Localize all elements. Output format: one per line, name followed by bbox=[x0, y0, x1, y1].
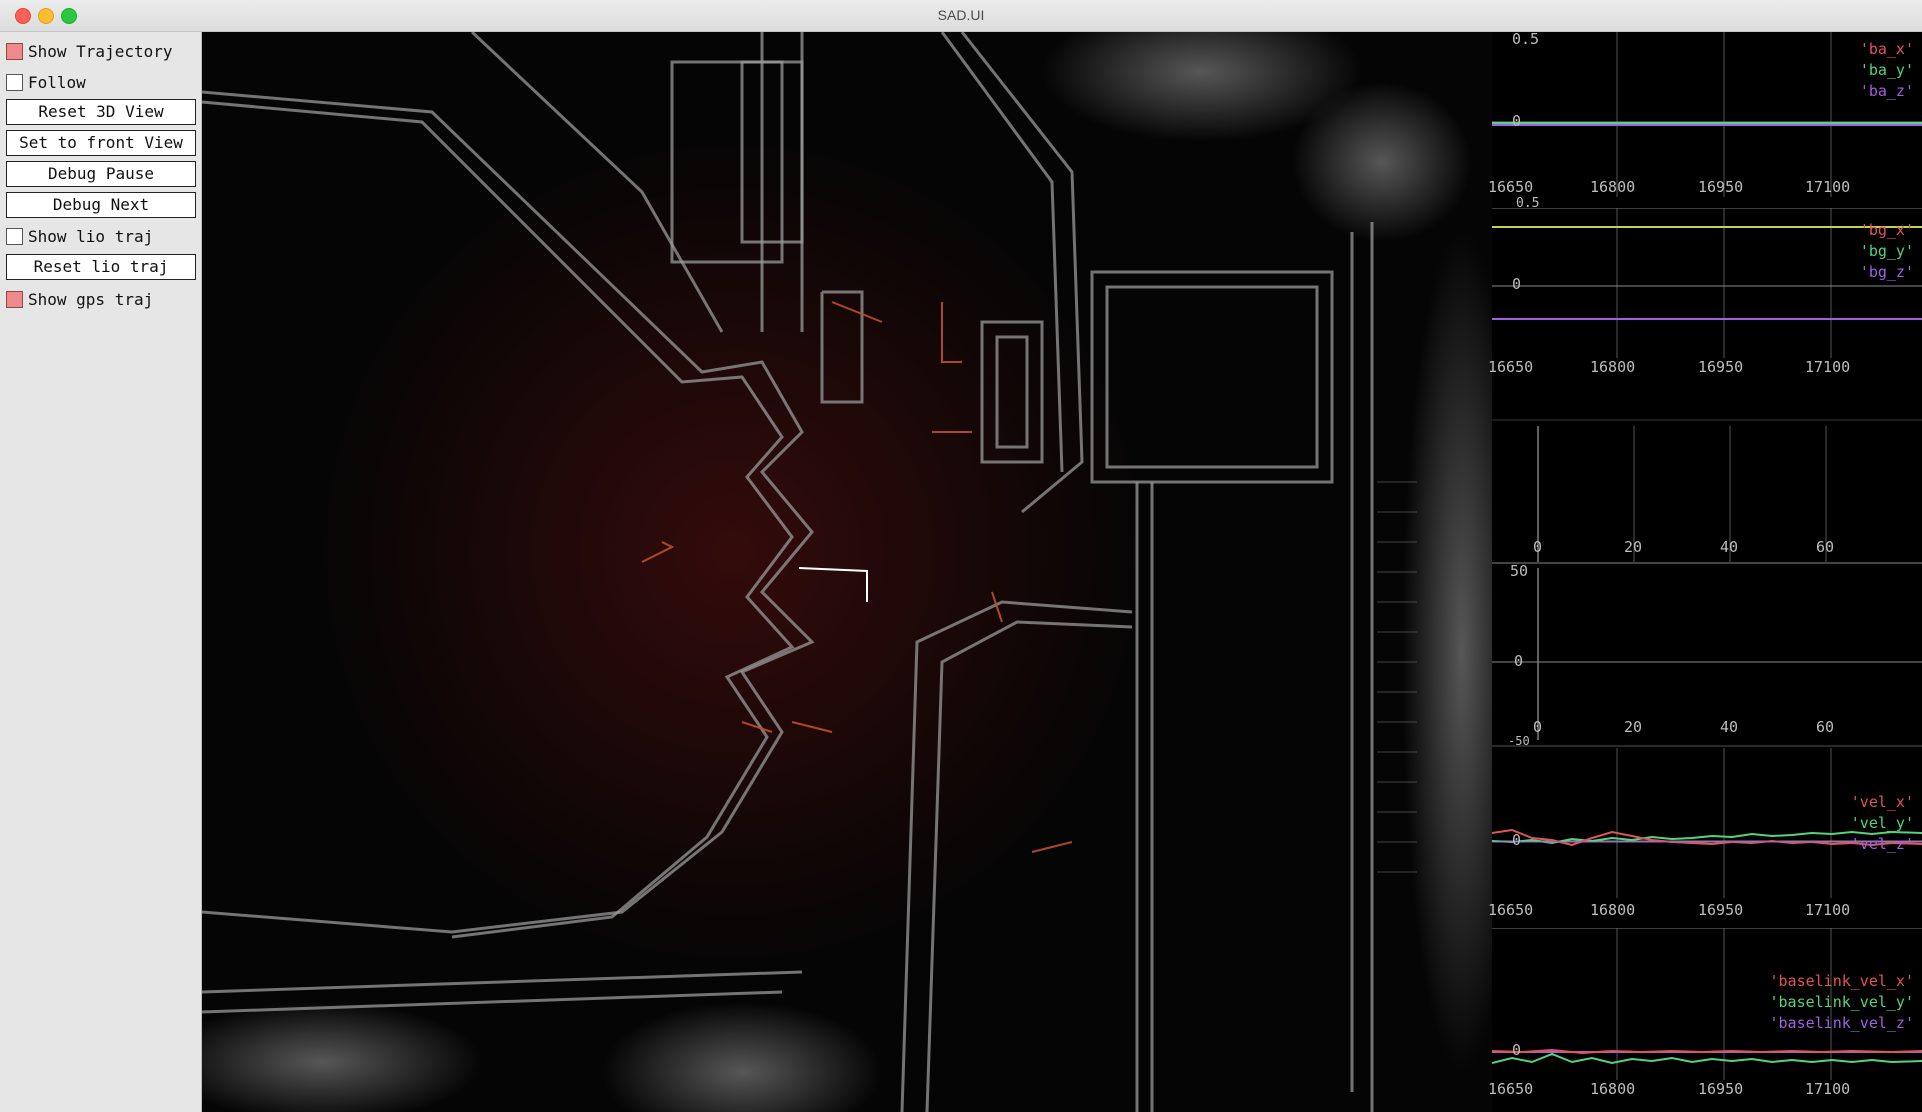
empty-plot-2: 50 0 -50 0 20 40 60 bbox=[1492, 562, 1922, 748]
bg-plot: 0.5 0 'bg_x' 'bg_y' 'bg_z' 16650 16800 1… bbox=[1488, 196, 1922, 388]
set-front-view-button[interactable]: Set to front View bbox=[6, 130, 196, 156]
empty-plot-2-x-tick: 40 bbox=[1720, 718, 1739, 736]
debug-next-button[interactable]: Debug Next bbox=[6, 192, 196, 218]
bg-legend-y: 'bg_y' bbox=[1859, 242, 1914, 260]
empty-plot-2-x-tick: 0 bbox=[1533, 718, 1543, 736]
scan-density-glow bbox=[312, 132, 1152, 972]
empty-plot-1-x-tick: 0 bbox=[1533, 538, 1543, 556]
baselink-vel-x-tick: 16950 bbox=[1698, 1080, 1744, 1098]
empty-plot-2-y-label: 0 bbox=[1514, 652, 1524, 670]
empty-plot-2-x-tick: 60 bbox=[1816, 718, 1835, 736]
baselink-vel-legend-x: 'baselink_vel_x' bbox=[1769, 972, 1915, 990]
ba-x-tick: 16650 bbox=[1488, 178, 1534, 196]
point-cloud-3d-view[interactable] bbox=[202, 32, 1492, 1112]
bg-x-tick: 16650 bbox=[1488, 358, 1534, 376]
bg-x-tick: 16950 bbox=[1698, 358, 1744, 376]
vel-x-tick: 17100 bbox=[1805, 901, 1851, 919]
plot-panel: 0.5 0 'ba_x' 'ba_y' 'ba_z' 16650 16800 1… bbox=[1488, 30, 1922, 1112]
baselink-vel-x-tick: 16800 bbox=[1590, 1080, 1636, 1098]
baselink-vel-legend-z: 'baselink_vel_z' bbox=[1769, 1014, 1915, 1032]
show-lio-traj-checkbox[interactable]: Show lio traj bbox=[6, 223, 153, 249]
vel-y-zero-label: 0 bbox=[1512, 831, 1522, 849]
baselink-vel-x-tick: 16650 bbox=[1488, 1080, 1534, 1098]
vel-x-tick: 16800 bbox=[1590, 901, 1636, 919]
baselink-vel-plot: 0 'baselink_vel_x' 'baselink_vel_y' 'bas… bbox=[1488, 928, 1922, 1112]
baselink-vel-y-series bbox=[1492, 1052, 1922, 1065]
bg-x-tick: 16800 bbox=[1590, 358, 1636, 376]
vel-plot: 0 'vel_x' 'vel_y' 'vel_z' 16650 16800 16… bbox=[1488, 748, 1922, 928]
baselink-vel-legend-y: 'baselink_vel_y' bbox=[1769, 993, 1915, 1011]
follow-label: Follow bbox=[28, 72, 86, 92]
follow-checkbox[interactable]: Follow bbox=[6, 69, 86, 95]
show-gps-traj-checkbox[interactable]: Show gps traj bbox=[6, 286, 153, 312]
ba-y-top-label: 0.5 bbox=[1512, 30, 1540, 48]
window-title: SAD.UI bbox=[937, 7, 985, 23]
bg-x-tick: 17100 bbox=[1805, 358, 1851, 376]
bg-legend-z: 'bg_z' bbox=[1859, 263, 1914, 281]
control-panel: Show Trajectory Follow Reset 3D View Set… bbox=[0, 32, 202, 1112]
ba-legend-x: 'ba_x' bbox=[1859, 40, 1914, 58]
show-trajectory-checkbox-box[interactable] bbox=[6, 42, 23, 60]
empty-plot-1-x-tick: 60 bbox=[1816, 538, 1835, 556]
empty-plot-1-canvas bbox=[1492, 419, 1922, 564]
empty-plot-2-y-label: 50 bbox=[1510, 562, 1529, 580]
show-lio-traj-label: Show lio traj bbox=[28, 226, 154, 246]
ba-x-tick: 16950 bbox=[1698, 178, 1744, 196]
vel-x-tick: 16950 bbox=[1698, 901, 1744, 919]
follow-checkbox-box[interactable] bbox=[6, 73, 23, 91]
vel-legend-x: 'vel_x' bbox=[1850, 793, 1914, 811]
debug-pause-button[interactable]: Debug Pause bbox=[6, 161, 196, 187]
reset-lio-traj-button[interactable]: Reset lio traj bbox=[6, 254, 196, 280]
ba-legend-z: 'ba_z' bbox=[1859, 82, 1914, 100]
show-trajectory-label: Show Trajectory bbox=[28, 41, 173, 61]
baselink-vel-y-zero-label: 0 bbox=[1512, 1041, 1522, 1059]
empty-plot-1-x-tick: 40 bbox=[1720, 538, 1739, 556]
vel-legend-z: 'vel_z' bbox=[1850, 835, 1914, 853]
show-lio-traj-checkbox-box[interactable] bbox=[6, 227, 23, 245]
app-window: SAD.UI Show Trajectory Follow Reset 3D V… bbox=[0, 0, 1922, 1112]
title-bar: SAD.UI bbox=[0, 0, 1922, 32]
ba-x-tick: 17100 bbox=[1805, 178, 1851, 196]
bg-y-zero-label: 0 bbox=[1512, 275, 1522, 293]
show-gps-traj-label: Show gps traj bbox=[28, 289, 154, 309]
show-gps-traj-checkbox-box[interactable] bbox=[6, 290, 23, 308]
ba-legend-y: 'ba_y' bbox=[1859, 61, 1914, 79]
reset-3d-view-button[interactable]: Reset 3D View bbox=[6, 99, 196, 125]
bg-y-top-label: 0.5 bbox=[1516, 196, 1540, 211]
vel-legend-y: 'vel_y' bbox=[1850, 814, 1914, 832]
baselink-vel-x-tick: 17100 bbox=[1805, 1080, 1851, 1098]
ba-plot: 0.5 0 'ba_x' 'ba_y' 'ba_z' 16650 16800 1… bbox=[1488, 30, 1922, 208]
empty-plot-2-y-label: -50 bbox=[1508, 734, 1530, 748]
show-trajectory-checkbox[interactable]: Show Trajectory bbox=[6, 38, 173, 64]
empty-plot-1-x-tick: 20 bbox=[1624, 538, 1643, 556]
empty-plot-2-x-tick: 20 bbox=[1624, 718, 1643, 736]
ba-y-zero-label: 0 bbox=[1512, 112, 1522, 130]
empty-plot-2-canvas bbox=[1492, 568, 1922, 747]
bg-legend-x: 'bg_x' bbox=[1859, 221, 1914, 239]
ba-x-tick: 16800 bbox=[1590, 178, 1636, 196]
vel-x-tick: 16650 bbox=[1488, 901, 1534, 919]
point-cloud-map bbox=[202, 32, 1492, 1112]
empty-plot-1: 0 20 40 60 bbox=[1492, 388, 1922, 568]
